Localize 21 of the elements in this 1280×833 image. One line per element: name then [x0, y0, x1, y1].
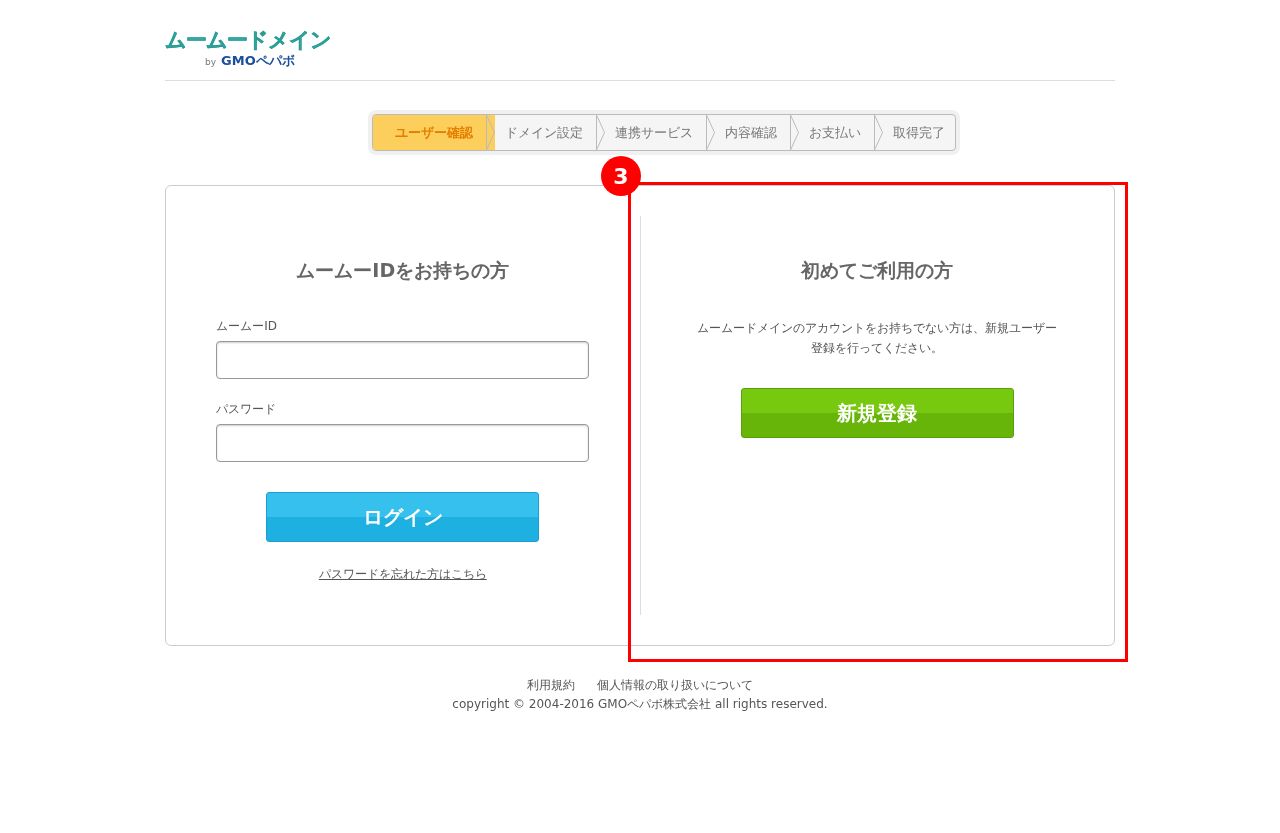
progress-step: 取得完了	[882, 115, 955, 150]
footer-link[interactable]: 利用規約	[527, 676, 575, 695]
copyright-text: copyright © 2004-2016 GMOペパボ株式会社 all rights reserved.	[452, 696, 828, 713]
progress-step: ドメイン設定	[494, 115, 605, 150]
signup-description: ムームードメインのアカウントをお持ちでない方は、新規ユーザー登録を行ってください。	[696, 320, 1059, 357]
field-label: パスワード	[216, 401, 278, 418]
progress-step: お支払い	[798, 115, 883, 150]
section-title: 初めてご利用の方	[801, 258, 954, 283]
company-logo: GMOペパボ	[221, 52, 295, 70]
progress-step: 連携サービス	[604, 115, 715, 150]
forgot-password-link[interactable]: パスワードを忘れた方はこちら	[318, 566, 487, 583]
annotation-badge: 3	[601, 156, 641, 196]
input-field[interactable]	[216, 424, 590, 462]
section-title: ムームーIDをお持ちの方	[296, 258, 510, 283]
logo-wordmark: ムームードメイン	[165, 28, 332, 52]
input-field[interactable]	[216, 341, 590, 379]
footer-link[interactable]: 個人情報の取り扱いについて	[597, 676, 753, 695]
logo-byline: by	[205, 57, 217, 67]
progress-step: ユーザー確認	[372, 115, 495, 150]
field-label: ムームーID	[216, 318, 279, 335]
progress-step: 内容確認	[714, 115, 799, 150]
